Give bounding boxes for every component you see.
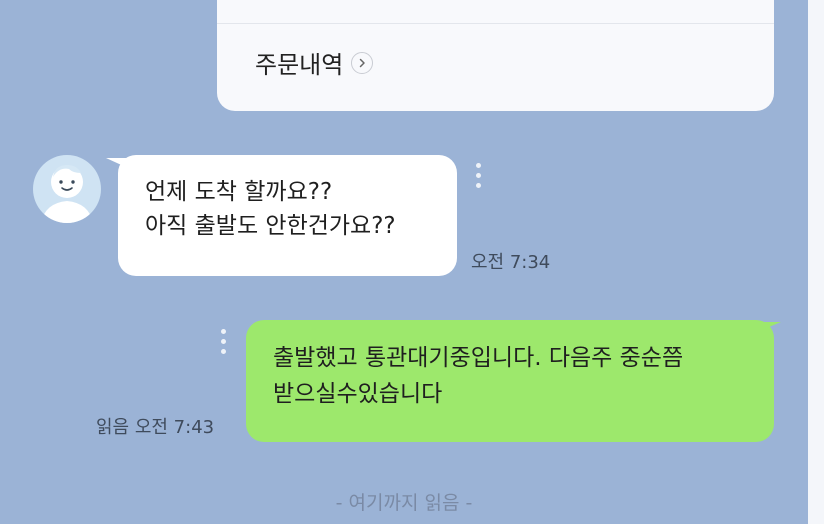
read-marker: - 여기까지 읽음 - xyxy=(335,492,473,514)
incoming-timestamp: 오전 7:34 xyxy=(471,252,551,273)
incoming-message-line: 아직 출발도 안한건가요?? xyxy=(145,213,396,239)
order-history-label: 주문내역 xyxy=(255,51,344,79)
right-edge-strip xyxy=(808,0,824,524)
incoming-message-line: 언제 도착 할까요?? xyxy=(145,179,333,205)
outgoing-message-line: 받으실수있습니다 xyxy=(273,381,443,407)
chevron-right-icon xyxy=(351,51,374,74)
incoming-more-icon[interactable] xyxy=(476,163,481,188)
outgoing-message-bubble[interactable]: 출발했고 통관대기중입니다. 다음주 중순쯤 받으실수있습니다 xyxy=(246,320,774,442)
default-profile-icon xyxy=(41,165,93,223)
outgoing-more-icon[interactable] xyxy=(221,329,226,354)
card-divider xyxy=(217,23,774,24)
outgoing-message-line: 출발했고 통관대기중입니다. 다음주 중순쯤 xyxy=(273,345,684,371)
outgoing-read-timestamp: 읽음 오전 7:43 xyxy=(96,417,215,438)
incoming-message-bubble[interactable]: 언제 도착 할까요?? 아직 출발도 안한건가요?? xyxy=(118,155,457,276)
avatar[interactable] xyxy=(33,155,101,223)
order-history-link[interactable]: 주문내역 xyxy=(255,45,374,80)
order-card: 주문내역 xyxy=(217,0,774,111)
